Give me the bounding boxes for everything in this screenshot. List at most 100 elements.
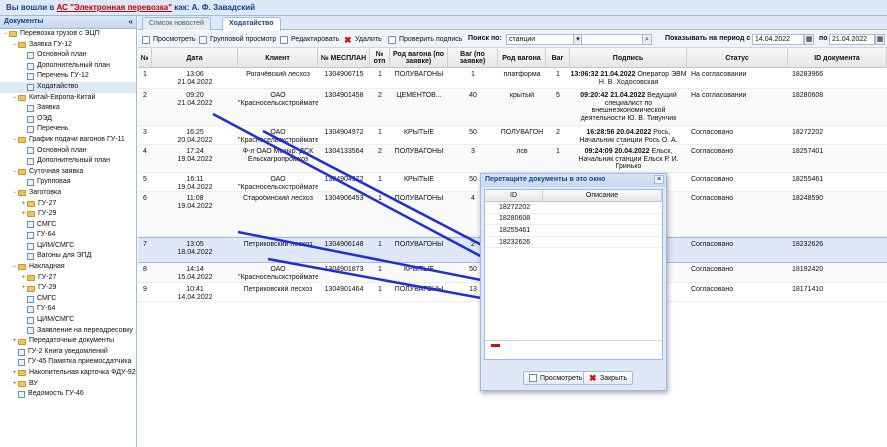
- expand-toggle-icon[interactable]: +: [20, 273, 27, 284]
- tab-petition[interactable]: Ходатайство: [222, 17, 281, 31]
- table-row[interactable]: 4 17:24 19.04.2022 Ф-л ОАО Мозыр. ДСК Ельс…: [138, 145, 887, 173]
- tree-item[interactable]: + Передаточные документы: [0, 336, 136, 347]
- document-icon: [27, 179, 34, 187]
- tree-item[interactable]: − Заявка ГУ-12: [0, 40, 136, 51]
- edit-button[interactable]: Редактировать: [280, 34, 339, 45]
- tree-item[interactable]: ГУ-45 Памятка приемосдатчика: [0, 357, 136, 368]
- tree-item[interactable]: ГУ-64: [0, 304, 136, 315]
- tree-item[interactable]: + ВУ: [0, 379, 136, 390]
- search-input[interactable]: [581, 34, 643, 45]
- list-item[interactable]: 18232626: [485, 237, 662, 249]
- tree-item[interactable]: − График подачи вагонов ГУ-11: [0, 135, 136, 146]
- dialog-close-button[interactable]: ✖ Закрыть: [583, 371, 633, 385]
- expand-toggle-icon[interactable]: −: [11, 262, 18, 273]
- group-view-button[interactable]: Групповой просмотр: [199, 34, 276, 45]
- tree-item[interactable]: + ГУ-27: [0, 199, 136, 210]
- tree-item[interactable]: СМГС: [0, 220, 136, 231]
- tree-item[interactable]: Перечень: [0, 124, 136, 135]
- tree-item[interactable]: − Заготовка: [0, 188, 136, 199]
- view-button[interactable]: Просмотреть: [142, 34, 195, 45]
- expand-toggle-icon[interactable]: +: [20, 209, 27, 220]
- col-num[interactable]: №: [138, 48, 152, 68]
- tree-item[interactable]: Групповая: [0, 177, 136, 188]
- col-status[interactable]: Статус: [687, 48, 788, 68]
- date-from-input[interactable]: 14.04.2022: [752, 34, 804, 45]
- tree-item[interactable]: Заявка: [0, 103, 136, 114]
- date-to-calendar-icon[interactable]: ▦: [875, 34, 885, 45]
- tree-item[interactable]: Ходатайство: [0, 81, 136, 93]
- expand-toggle-icon[interactable]: −: [11, 167, 18, 178]
- system-link[interactable]: АС "Электронная перевозка": [57, 3, 172, 12]
- tree-item[interactable]: − Перевозка грузов с ЭЦП: [0, 29, 136, 40]
- tree-item[interactable]: ГУ-64: [0, 230, 136, 241]
- col-wagon-type-req[interactable]: Род вагона (по заявке): [390, 48, 448, 68]
- delete-button-label: Удалить: [355, 36, 382, 43]
- tree-item[interactable]: − Суточная заявка: [0, 167, 136, 178]
- tree-item[interactable]: − Накладная: [0, 262, 136, 273]
- col-date[interactable]: Дата: [152, 48, 238, 68]
- dialog-view-button[interactable]: Просмотреть: [523, 371, 589, 385]
- expand-toggle-icon[interactable]: +: [11, 336, 18, 347]
- expand-toggle-icon[interactable]: −: [11, 40, 18, 51]
- col-plan[interactable]: № МЕСПЛАН: [318, 48, 370, 68]
- tree-item[interactable]: Перечень ГУ-12: [0, 71, 136, 82]
- row-plan-number: 1304133564: [324, 148, 364, 155]
- tree-item[interactable]: ГУ-2 Книга уведомлений: [0, 347, 136, 358]
- tree-item[interactable]: Основной план: [0, 50, 136, 61]
- check-signature-button[interactable]: Проверить подпись: [388, 34, 462, 45]
- remove-item-icon[interactable]: [491, 344, 500, 347]
- table-row[interactable]: 3 16:25 20.04.2022 ОАО "Красносельскстройм…: [138, 126, 887, 145]
- col-wagon-type[interactable]: Род вагона: [498, 48, 546, 68]
- expand-toggle-icon[interactable]: −: [11, 188, 18, 199]
- tree-item[interactable]: Основной план: [0, 146, 136, 157]
- tree-item[interactable]: Дополнительный план: [0, 61, 136, 72]
- col-signature[interactable]: Подпись: [570, 48, 687, 68]
- expand-toggle-icon[interactable]: +: [20, 199, 27, 210]
- expand-toggle-icon[interactable]: +: [11, 379, 18, 390]
- tree-item[interactable]: ЦИМ/СМГС: [0, 315, 136, 326]
- col-client[interactable]: Клиент: [238, 48, 318, 68]
- close-x-icon: ✖: [589, 373, 597, 383]
- delete-button[interactable]: ✖ Удалить: [344, 34, 382, 45]
- expand-toggle-icon[interactable]: −: [11, 93, 18, 104]
- expand-toggle-icon[interactable]: −: [11, 135, 18, 146]
- tree-item[interactable]: Заявление на переадресовку: [0, 326, 136, 337]
- expand-toggle-icon[interactable]: +: [11, 368, 18, 379]
- collapse-sidebar-icon[interactable]: «: [129, 17, 133, 26]
- row-otp: 2: [378, 92, 382, 99]
- date-to-label: по: [819, 35, 828, 42]
- tree-item[interactable]: + ГУ-27: [0, 273, 136, 284]
- document-icon: [18, 390, 25, 398]
- expand-toggle-icon[interactable]: +: [20, 283, 27, 294]
- date-to-input[interactable]: 21.04.2022: [829, 34, 875, 45]
- tree-item[interactable]: Ведомость ГУ-46: [0, 389, 136, 400]
- list-item[interactable]: 18280608: [485, 214, 662, 226]
- expand-toggle-icon[interactable]: −: [2, 29, 9, 40]
- tree-item[interactable]: ОЭД: [0, 114, 136, 125]
- list-item[interactable]: 18272202: [485, 202, 662, 214]
- tree-item[interactable]: СМГС: [0, 294, 136, 305]
- table-row[interactable]: 2 09:20 21.04.2022 ОАО "Красносельскстройм…: [138, 89, 887, 126]
- tree-item[interactable]: + ГУ-29: [0, 283, 136, 294]
- date-from-calendar-icon[interactable]: ▦: [804, 34, 814, 45]
- table-row[interactable]: 1 13:06 21.04.2022 Рогачёвский лесхоз 13049…: [138, 68, 887, 89]
- tab-news[interactable]: Список новостей: [142, 17, 211, 30]
- col-otp[interactable]: № отп: [370, 48, 390, 68]
- document-icon: [27, 147, 34, 155]
- tree-item[interactable]: ЦИМ/СМГС: [0, 241, 136, 252]
- tree-item[interactable]: Дополнительный план: [0, 156, 136, 167]
- dialog-close-icon[interactable]: ×: [654, 175, 664, 184]
- col-wagon-count[interactable]: Ваг: [546, 48, 570, 68]
- search-field-select[interactable]: станции: [506, 34, 574, 45]
- row-plan-number: 1304906148: [324, 241, 364, 248]
- list-item[interactable]: 18255461: [485, 225, 662, 237]
- col-wagon-count-req[interactable]: Ваг (по заявке): [448, 48, 498, 68]
- dialog-drop-grid[interactable]: ID Описание 18272202 18280608 18255461 1823…: [484, 189, 663, 360]
- tree-item[interactable]: + Накопительная карточка ФДУ-92: [0, 368, 136, 379]
- tree-item[interactable]: Вагоны для ЭПД: [0, 251, 136, 262]
- search-icon[interactable]: ⌕: [642, 34, 652, 45]
- tree-item[interactable]: + ГУ-29: [0, 209, 136, 220]
- col-document-id[interactable]: ID документа: [788, 48, 887, 68]
- tree-item-label: ГУ-29: [38, 210, 57, 218]
- tree-item[interactable]: − Китай-Европа-Китай: [0, 93, 136, 104]
